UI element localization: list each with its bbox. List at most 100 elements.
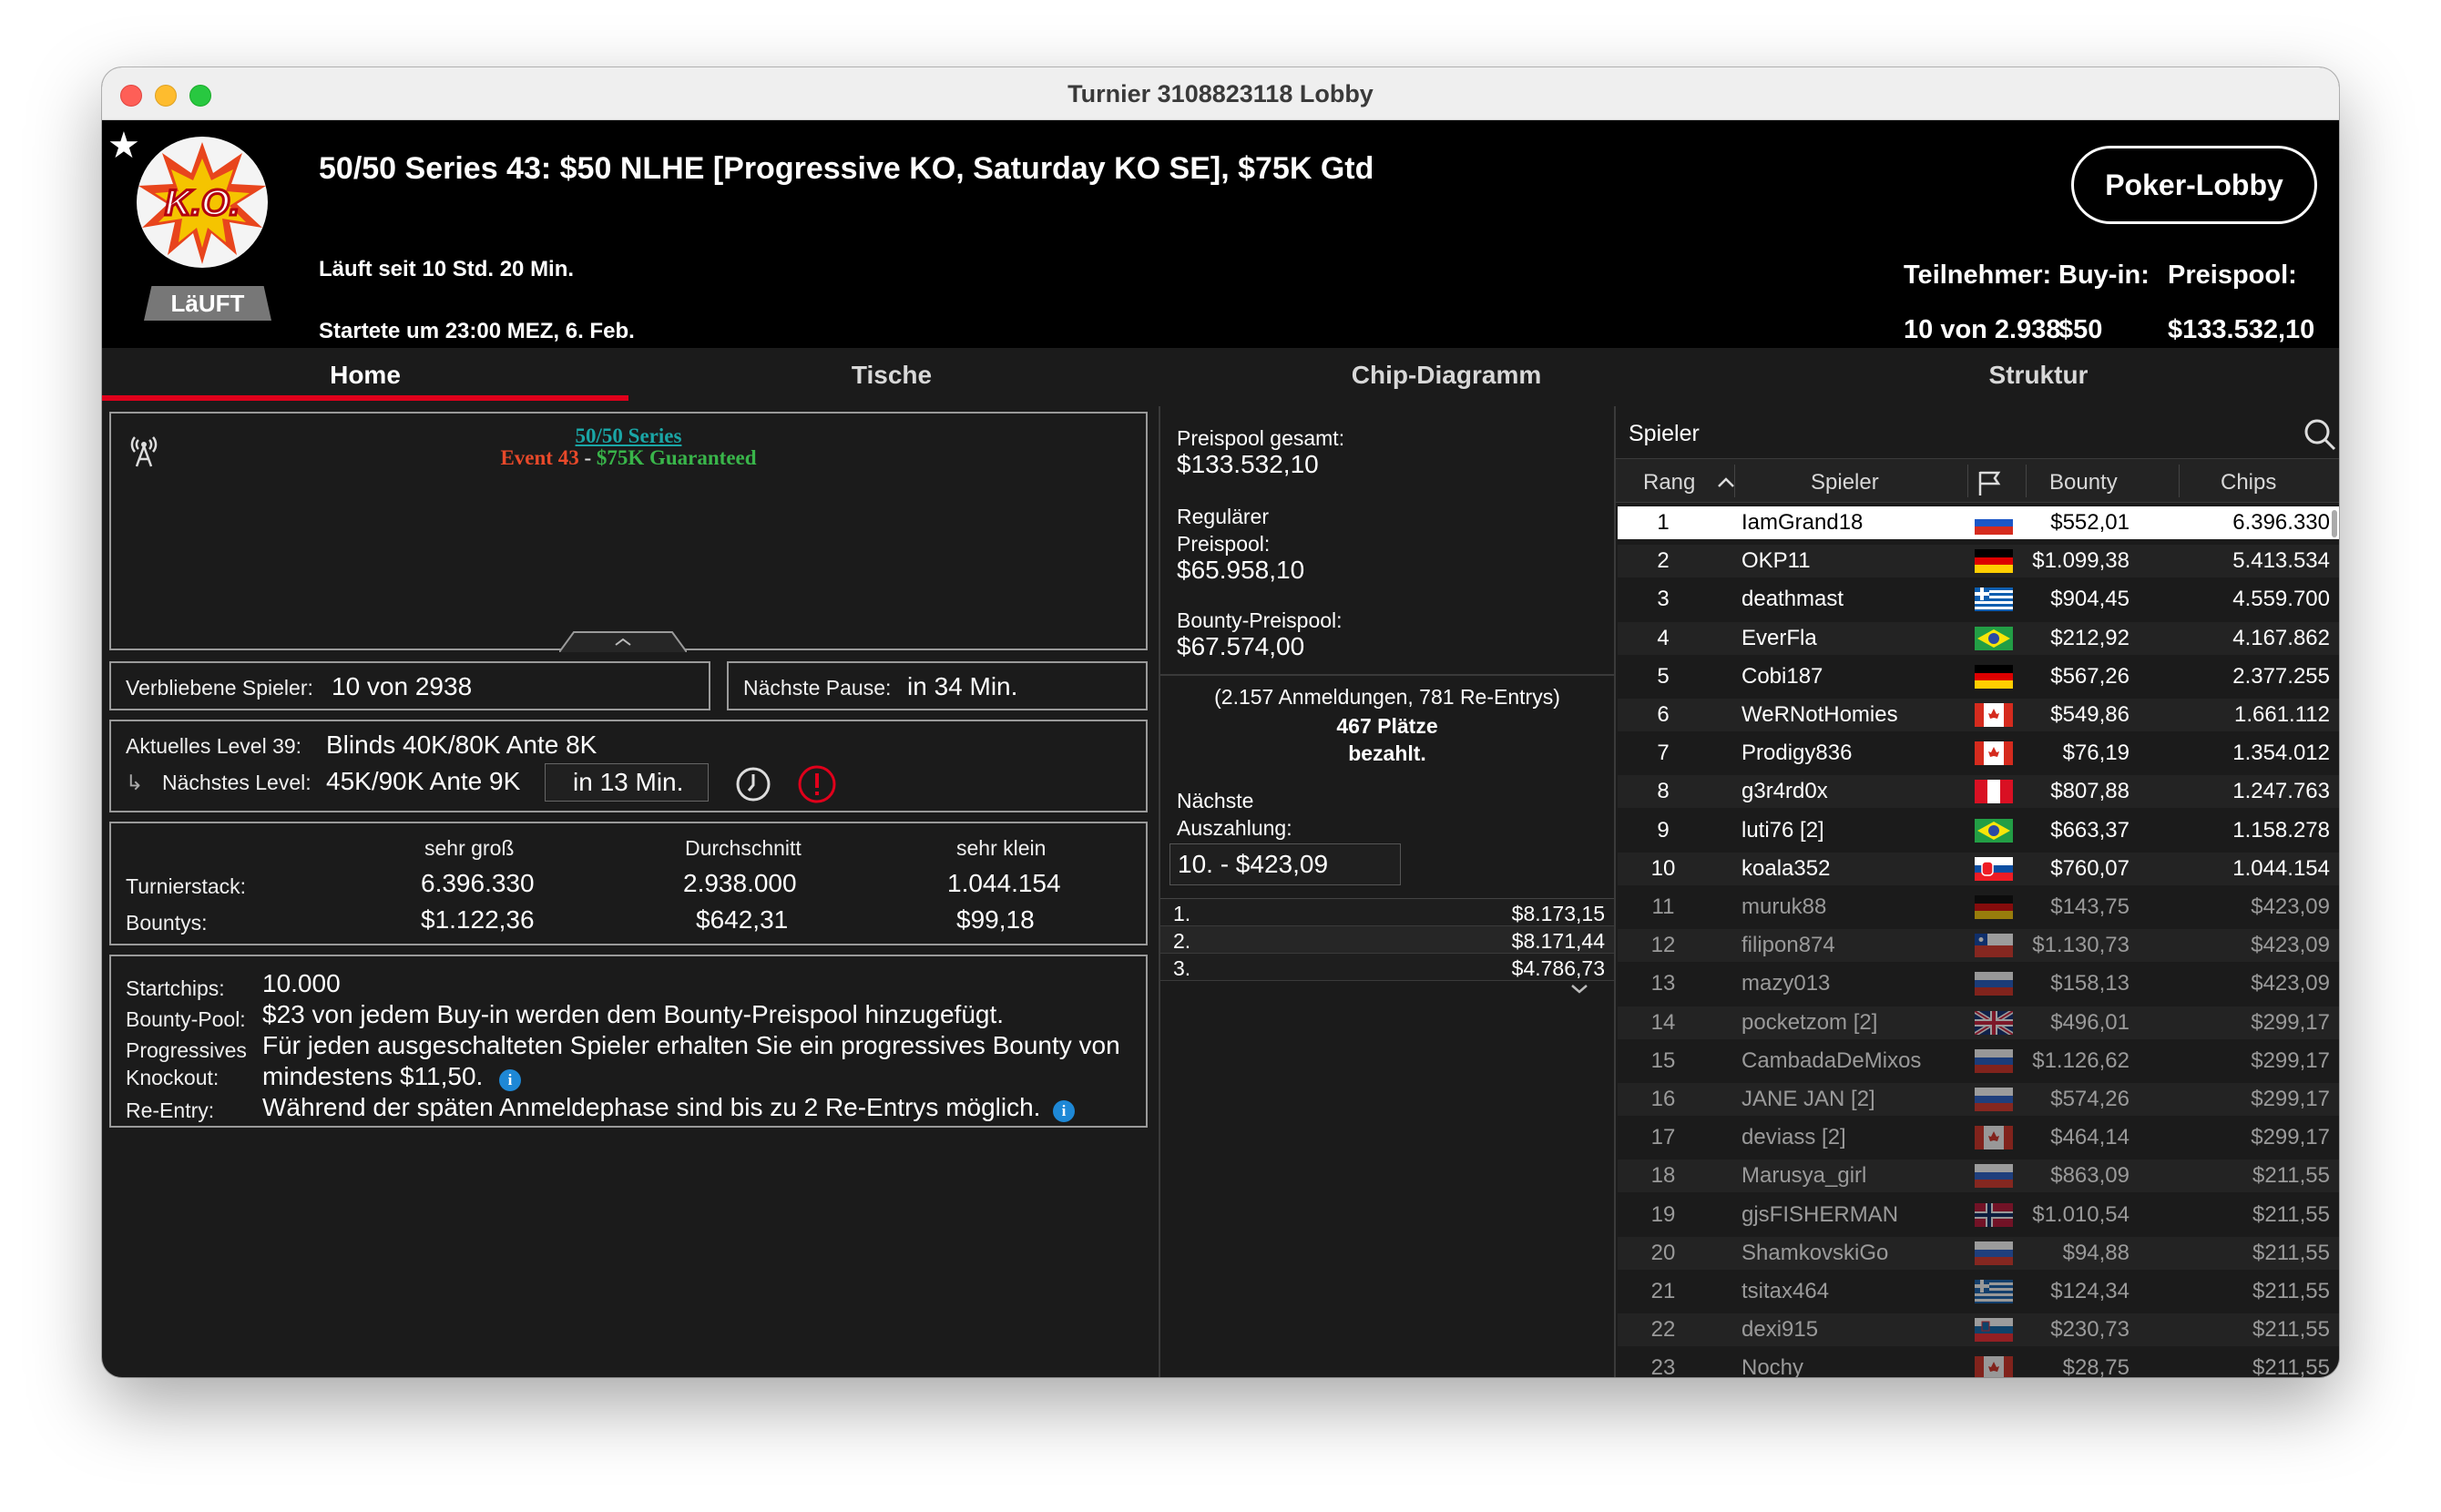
player-row[interactable]: 1 IamGrand18 $552,01 6.396.330 xyxy=(1618,506,2339,539)
start-time: Startete um 23:00 MEZ, 6. Feb. xyxy=(319,319,635,343)
player-row[interactable]: 20 ShamkovskiGo $94,88 $211,55 xyxy=(1618,1236,2339,1270)
column-divider xyxy=(1159,406,1160,1377)
tab-home[interactable]: Home xyxy=(102,361,628,390)
player-bounty: $1.130,73 xyxy=(2032,933,2129,958)
player-row[interactable]: 10 koala352 $760,07 1.044.154 xyxy=(1618,852,2339,885)
player-row[interactable]: 7 Prodigy836 $76,19 1.354.012 xyxy=(1618,737,2339,771)
collapse-handle[interactable] xyxy=(559,630,687,652)
player-row[interactable]: 19 gjsFISHERMAN $1.010,54 $211,55 xyxy=(1618,1198,2339,1231)
pko-value-line1: Für jeden ausgeschalteten Spieler erhalt… xyxy=(262,1031,1120,1059)
country-flag-icon xyxy=(1975,703,2013,727)
next-payout-box: 10. - $423,09 xyxy=(1169,843,1401,885)
column-chips[interactable]: Chips xyxy=(2221,470,2276,495)
column-bounty[interactable]: Bounty xyxy=(2049,470,2118,495)
alert-icon[interactable] xyxy=(796,763,838,805)
player-row[interactable]: 13 mazy013 $158,13 $423,09 xyxy=(1618,967,2339,1001)
player-chips: $423,09 xyxy=(2251,894,2330,919)
country-flag-icon xyxy=(1975,664,2013,689)
prize-regular-value: $65.958,10 xyxy=(1177,556,1305,584)
prizepool-label: Preispool: xyxy=(2168,261,2297,290)
poker-lobby-button[interactable]: Poker-Lobby xyxy=(2071,146,2317,224)
reentry-info-icon[interactable]: i xyxy=(1053,1100,1075,1122)
pko-info-icon[interactable]: i xyxy=(499,1069,521,1091)
player-rank: 6 xyxy=(1657,702,1670,727)
player-rank: 5 xyxy=(1657,663,1670,689)
banner-guaranteed: $75K Guaranteed xyxy=(596,446,757,469)
player-chips: $211,55 xyxy=(2252,1279,2330,1303)
payout-place: 1. xyxy=(1173,902,1191,925)
player-name: IamGrand18 xyxy=(1741,510,1864,535)
player-row[interactable]: 21 tsitax464 $124,34 $211,55 xyxy=(1618,1275,2339,1308)
player-row[interactable]: 3 deathmast $904,45 4.559.700 xyxy=(1618,583,2339,617)
player-row[interactable]: 12 filipon874 $1.130,73 $423,09 xyxy=(1618,929,2339,963)
players-scrollbar[interactable] xyxy=(2332,510,2337,537)
payout-row: 3. $4.786,73 xyxy=(1160,954,1614,981)
bounty-label: Bountys: xyxy=(126,911,208,935)
player-rank: 17 xyxy=(1650,1125,1676,1150)
player-row[interactable]: 16 JANE JAN [2] $574,26 $299,17 xyxy=(1618,1083,2339,1116)
player-row[interactable]: 11 muruk88 $143,75 $423,09 xyxy=(1618,891,2339,924)
country-flag-icon xyxy=(1975,1088,2013,1111)
player-row[interactable]: 4 EverFla $212,92 4.167.862 xyxy=(1618,621,2339,655)
country-flag-icon xyxy=(1975,1126,2013,1150)
player-row[interactable]: 23 Nochy $28,75 $211,55 xyxy=(1618,1352,2339,1377)
player-bounty: $807,88 xyxy=(2050,779,2129,804)
player-row[interactable]: 5 Cobi187 $567,26 2.377.255 xyxy=(1618,659,2339,693)
tab-chip-chart[interactable]: Chip-Diagramm xyxy=(1155,361,1738,390)
payout-row: 1. $8.173,15 xyxy=(1160,899,1614,926)
player-chips: 1.158.278 xyxy=(2232,817,2330,843)
players-header: Spieler xyxy=(1616,406,2339,459)
player-row[interactable]: 9 luti76 [2] $663,37 1.158.278 xyxy=(1618,813,2339,847)
player-row[interactable]: 6 WeRNotHomies $549,86 1.661.112 xyxy=(1618,699,2339,731)
player-chips: $423,09 xyxy=(2251,971,2330,996)
flag-column-icon[interactable] xyxy=(1975,468,2004,497)
player-bounty: $230,73 xyxy=(2050,1317,2129,1343)
player-chips: 4.167.862 xyxy=(2232,625,2330,650)
search-icon[interactable] xyxy=(2303,417,2337,452)
player-chips: $299,17 xyxy=(2251,1125,2330,1150)
player-bounty: $1.126,62 xyxy=(2032,1047,2129,1073)
current-level-value: Blinds 40K/80K Ante 8K xyxy=(326,730,597,759)
payout-row: 2. $8.171,44 xyxy=(1160,926,1614,954)
sort-ascending-icon[interactable] xyxy=(1716,475,1736,490)
tab-structure[interactable]: Struktur xyxy=(1738,361,2339,390)
player-name: deviass [2] xyxy=(1741,1125,1846,1150)
player-chips: $299,17 xyxy=(2251,1087,2330,1111)
player-row[interactable]: 15 CambadaDeMixos $1.126,62 $299,17 xyxy=(1618,1044,2339,1078)
banner-series-link[interactable]: 50/50 Series xyxy=(111,424,1146,448)
player-chips: 5.413.534 xyxy=(2232,548,2330,574)
chevron-down-icon[interactable] xyxy=(1568,982,1590,996)
player-rank: 3 xyxy=(1657,587,1670,612)
player-chips: $211,55 xyxy=(2252,1240,2330,1265)
country-flag-icon xyxy=(1975,1010,2013,1035)
player-row[interactable]: 18 Marusya_girl $863,09 $211,55 xyxy=(1618,1160,2339,1193)
player-row[interactable]: 17 deviass [2] $464,14 $299,17 xyxy=(1618,1121,2339,1155)
next-level-arrow-icon: ↳ xyxy=(126,771,144,794)
country-flag-icon xyxy=(1975,1241,2013,1265)
player-row[interactable]: 8 g3r4rd0x $807,88 1.247.763 xyxy=(1618,775,2339,809)
next-payout-value: 10. - $423,09 xyxy=(1178,850,1329,878)
stack-label: Turnierstack: xyxy=(126,874,247,898)
bounty-smallest-value: $99,18 xyxy=(956,905,1035,934)
tab-tables[interactable]: Tische xyxy=(628,361,1155,390)
player-row[interactable]: 2 OKP11 $1.099,38 5.413.534 xyxy=(1618,545,2339,578)
player-bounty: $549,86 xyxy=(2050,702,2129,727)
country-flag-icon xyxy=(1975,895,2013,919)
player-chips: $423,09 xyxy=(2251,933,2330,958)
tab-bar: Home Tische Chip-Diagramm Struktur xyxy=(102,348,2339,403)
column-player[interactable]: Spieler xyxy=(1811,470,1879,495)
player-name: tsitax464 xyxy=(1741,1279,1830,1303)
window-title: Turnier 3108823118 Lobby xyxy=(1067,80,1374,107)
payout-amount: $8.173,15 xyxy=(1511,902,1605,925)
player-name: dexi915 xyxy=(1741,1317,1819,1343)
payout-place: 2. xyxy=(1173,929,1191,953)
remaining-label: Verbliebene Spieler: xyxy=(126,676,313,700)
country-flag-icon xyxy=(1975,780,2013,804)
player-rank: 22 xyxy=(1650,1317,1676,1343)
buyin-value: $50 xyxy=(2058,315,2103,344)
payout-place: 3. xyxy=(1173,956,1191,980)
column-rank[interactable]: Rang xyxy=(1643,470,1695,495)
player-row[interactable]: 14 pocketzom [2] $496,01 $299,17 xyxy=(1618,1006,2339,1039)
player-row[interactable]: 22 dexi915 $230,73 $211,55 xyxy=(1618,1313,2339,1347)
country-flag-icon xyxy=(1975,741,2013,766)
